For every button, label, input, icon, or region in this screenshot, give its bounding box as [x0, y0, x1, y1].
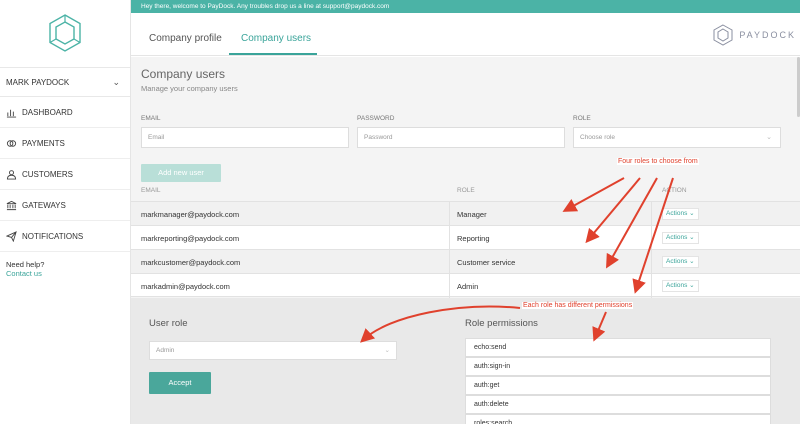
row-role: Reporting [457, 234, 490, 243]
email-field[interactable]: Email [141, 127, 349, 148]
chevron-down-icon: ⌄ [689, 234, 695, 241]
cell-divider [651, 202, 652, 226]
brand-hexagon-icon [713, 24, 733, 46]
actions-label: Actions [666, 258, 688, 265]
sidebar-item-customers[interactable]: CUSTOMERS [0, 159, 130, 190]
row-email: markreporting@paydock.com [141, 234, 240, 243]
users-table-header: EMAIL ROLE ACTION [131, 181, 800, 201]
user-role-value: Admin [156, 347, 175, 354]
sidebar-item-label: CUSTOMERS [22, 169, 73, 179]
main-content: Company users Manage your company users … [131, 57, 800, 424]
user-role-select[interactable]: Admin ⌄ [149, 341, 397, 360]
role-permissions-title: Role permissions [465, 318, 538, 329]
cell-divider [449, 226, 450, 250]
column-header-role: ROLE [457, 187, 475, 194]
chevron-down-icon: ⌄ [689, 282, 695, 289]
chevron-down-icon: ⌄ [689, 258, 695, 265]
tab-company-profile[interactable]: Company profile [149, 33, 222, 44]
permission-item: auth:sign-in [465, 357, 771, 376]
brand: PAYDOCK [713, 24, 796, 46]
cell-divider [449, 202, 450, 226]
actions-dropdown-button[interactable]: Actions ⌄ [662, 256, 699, 268]
welcome-banner: Hey there, welcome to PayDock. Any troub… [131, 0, 800, 13]
tab-bar: Company profile Company users PAYDOCK [131, 13, 800, 56]
help-section: Need help? Contact us [0, 252, 130, 286]
paydock-logo[interactable] [0, 0, 130, 66]
page-subtitle: Manage your company users [141, 84, 238, 93]
password-label: PASSWORD [357, 115, 395, 122]
sidebar-item-label: NOTIFICATIONS [22, 231, 84, 241]
add-new-user-button[interactable]: Add new user [141, 164, 221, 182]
column-header-action: ACTION [662, 187, 687, 194]
table-row-selected[interactable]: markadmin@paydock.com Admin Actions ⌄ [131, 273, 800, 298]
row-role: Admin [457, 282, 479, 291]
paper-plane-icon [6, 230, 17, 242]
sidebar-item-dashboard[interactable]: DASHBOARD [0, 97, 130, 128]
chevron-down-icon: ⌄ [112, 76, 120, 87]
row-role: Manager [457, 210, 487, 219]
chevron-down-icon: ⌄ [384, 347, 390, 354]
tab-company-users[interactable]: Company users [241, 33, 311, 44]
cell-divider [651, 274, 652, 298]
actions-label: Actions [666, 282, 688, 289]
annotation-four-roles: Four roles to choose from [617, 158, 699, 165]
role-label: ROLE [573, 115, 591, 122]
sidebar: MARK PAYDOCK ⌄ DASHBOARD PAYMENTS CUSTOM… [0, 0, 131, 424]
sidebar-item-gateways[interactable]: GATEWAYS [0, 190, 130, 221]
row-email: markadmin@paydock.com [141, 282, 230, 291]
role-select-value: Choose role [580, 134, 616, 141]
sidebar-item-notifications[interactable]: NOTIFICATIONS [0, 221, 130, 252]
actions-dropdown-button[interactable]: Actions ⌄ [662, 280, 699, 292]
help-text: Need help? [6, 260, 45, 269]
sidebar-item-label: GATEWAYS [22, 200, 66, 210]
page-title: Company users [141, 67, 226, 81]
user-name: MARK PAYDOCK [6, 77, 70, 87]
active-tab-indicator [229, 53, 317, 55]
brand-name: PAYDOCK [739, 30, 796, 40]
users-icon [6, 169, 17, 180]
contact-us-link[interactable]: Contact us [6, 269, 124, 278]
row-email: markmanager@paydock.com [141, 210, 240, 219]
row-email: markcustomer@paydock.com [141, 258, 241, 267]
table-row[interactable]: markmanager@paydock.com Manager Actions … [131, 201, 800, 226]
actions-dropdown-button[interactable]: Actions ⌄ [662, 208, 699, 220]
cell-divider [449, 274, 450, 298]
hexagon-logo-icon [49, 14, 81, 52]
cell-divider [449, 250, 450, 274]
user-role-title: User role [149, 318, 188, 329]
user-menu[interactable]: MARK PAYDOCK ⌄ [0, 67, 130, 97]
accept-button[interactable]: Accept [149, 372, 211, 394]
password-field[interactable]: Password [357, 127, 565, 148]
actions-label: Actions [666, 210, 688, 217]
bank-icon [6, 200, 17, 210]
sidebar-item-label: PAYMENTS [22, 138, 65, 148]
coins-icon [6, 139, 17, 147]
annotation-permissions: Each role has different permissions [522, 302, 634, 309]
role-edit-panel: User role Admin ⌄ Accept Role permission… [131, 298, 800, 424]
email-label: EMAIL [141, 115, 161, 122]
actions-label: Actions [666, 234, 688, 241]
bar-chart-icon [6, 109, 17, 118]
cell-divider [651, 226, 652, 250]
column-header-email: EMAIL [141, 187, 161, 194]
table-row[interactable]: markcustomer@paydock.com Customer servic… [131, 249, 800, 274]
chevron-down-icon: ⌄ [689, 210, 695, 217]
actions-dropdown-button[interactable]: Actions ⌄ [662, 232, 699, 244]
table-row[interactable]: markreporting@paydock.com Reporting Acti… [131, 225, 800, 250]
permission-item: roles:search [465, 414, 771, 424]
permission-item: auth:delete [465, 395, 771, 414]
sidebar-item-payments[interactable]: PAYMENTS [0, 128, 130, 159]
permission-item: echo:send [465, 338, 771, 357]
sidebar-item-label: DASHBOARD [22, 107, 73, 117]
chevron-down-icon: ⌄ [766, 134, 772, 141]
cell-divider [651, 250, 652, 274]
role-select[interactable]: Choose role ⌄ [573, 127, 781, 148]
permission-item: auth:get [465, 376, 771, 395]
row-role: Customer service [457, 258, 516, 267]
